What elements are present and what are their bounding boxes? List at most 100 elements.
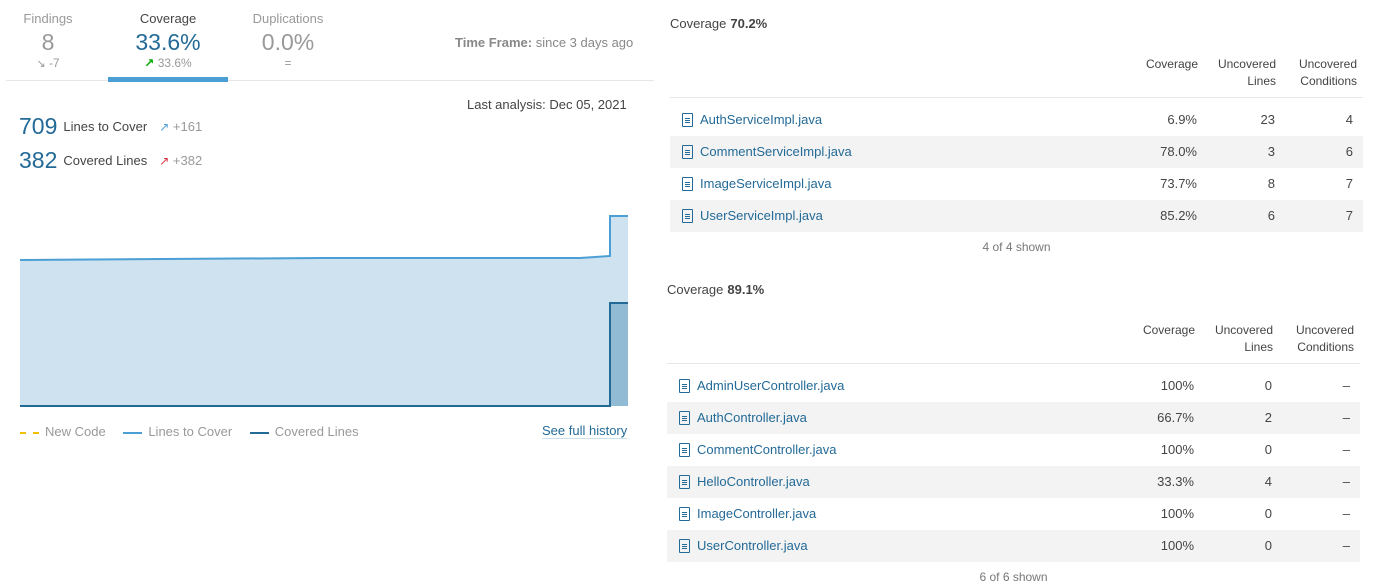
uncovered-conditions-value: – [1342, 410, 1350, 425]
lines-to-cover-line [20, 215, 628, 261]
arrow-up-right-icon: ↗ [159, 154, 170, 168]
lines-to-cover-delta-value: +161 [172, 119, 203, 134]
table-row: AuthController.java 66.7% 2 – [667, 402, 1360, 434]
shown-count: 4 of 4 shown [982, 240, 1051, 254]
tab-findings-value: 8 [41, 29, 55, 55]
coverage-history-chart [20, 215, 628, 407]
covered-lines-delta: ↗ +382 [159, 153, 202, 168]
coverage-value[interactable]: 73.7% [1160, 168, 1197, 200]
tab-coverage-delta: ↗ 33.6% [108, 56, 228, 70]
file-link[interactable]: ImageServiceImpl.java [700, 168, 832, 200]
arrow-down-right-icon: ↘ [36, 58, 46, 70]
uncovered-conditions-value[interactable]: 7 [1346, 200, 1353, 232]
file-link[interactable]: CommentServiceImpl.java [700, 136, 852, 168]
file-icon [679, 411, 690, 425]
table-row: ImageServiceImpl.java 73.7% 8 7 [670, 168, 1363, 200]
uncovered-conditions-value[interactable]: 7 [1346, 168, 1353, 200]
file-link[interactable]: AuthController.java [697, 402, 807, 434]
panel-title: Coverage 89.1% [667, 282, 764, 297]
metric-lines-to-cover: 709 Lines to Cover ↗ +161 [19, 113, 202, 141]
table-row: AdminUserController.java 100% 0 – [667, 370, 1360, 402]
uncovered-conditions-value[interactable]: 4 [1346, 104, 1353, 136]
coverage-value[interactable]: 78.0% [1160, 136, 1197, 168]
tab-duplications-value: 0.0% [261, 29, 315, 55]
file-link[interactable]: CommentController.java [697, 434, 836, 466]
tab-coverage-value: 33.6% [135, 29, 201, 55]
file-link[interactable]: AdminUserController.java [697, 370, 844, 402]
chart-legend: New Code Lines to Cover Covered Lines [20, 424, 373, 439]
findings-delta-value: -7 [48, 56, 60, 70]
lines-to-cover-area [20, 216, 628, 406]
uncovered-lines-value[interactable]: 3 [1268, 136, 1275, 168]
panel-title-label: Coverage [667, 282, 724, 297]
tab-duplications-delta: = [284, 56, 292, 70]
coverage-value[interactable]: 66.7% [1157, 402, 1194, 434]
legend-lines-to-cover-label: Lines to Cover [148, 424, 233, 439]
uncovered-lines-value[interactable]: 23 [1261, 104, 1275, 136]
uncovered-lines-value[interactable]: 4 [1265, 466, 1272, 498]
file-icon [679, 443, 690, 457]
file-icon [682, 145, 693, 159]
uncovered-lines-value[interactable]: 6 [1268, 200, 1275, 232]
time-frame: Time Frame: since 3 days ago [455, 35, 633, 50]
coverage-value[interactable]: 85.2% [1160, 200, 1197, 232]
arrow-up-right-icon: ↗ [144, 56, 155, 70]
active-tab-indicator [108, 77, 228, 82]
header-uncovered-conditions-line1: Uncovered [1295, 323, 1354, 337]
legend-new-code-swatch [20, 431, 39, 434]
tab-duplications-label: Duplications [252, 11, 324, 26]
covered-lines-label: Covered Lines [63, 153, 148, 168]
file-link[interactable]: AuthServiceImpl.java [700, 104, 822, 136]
header-uncovered-lines-line2: Lines [1244, 340, 1273, 354]
header-uncovered-conditions-line1: Uncovered [1298, 57, 1357, 71]
covered-lines-area [610, 303, 628, 406]
time-frame-value: since 3 days ago [535, 35, 634, 50]
coverage-value[interactable]: 100% [1161, 434, 1194, 466]
coverage-value[interactable]: 100% [1161, 530, 1194, 562]
table-row: UserServiceImpl.java 85.2% 6 7 [670, 200, 1363, 232]
file-link[interactable]: UserServiceImpl.java [700, 200, 823, 232]
legend-covered-lines-swatch [249, 431, 269, 434]
tab-findings-delta: ↘ -7 [6, 56, 90, 70]
panel-title-value: 70.2% [730, 16, 768, 31]
header-coverage: Coverage [1145, 57, 1198, 71]
lines-to-cover-value[interactable]: 709 [19, 113, 57, 140]
coverage-value[interactable]: 100% [1161, 498, 1194, 530]
uncovered-conditions-value[interactable]: 6 [1346, 136, 1353, 168]
coverage-value[interactable]: 100% [1161, 370, 1194, 402]
tab-duplications[interactable]: Duplications 0.0% = [238, 0, 338, 81]
coverage-panel-controllers: Coverage 89.1% Coverage Uncovered Lines Un… [667, 266, 1360, 588]
header-uncovered-lines-line1: Uncovered [1217, 57, 1276, 71]
tab-coverage[interactable]: Coverage 33.6% ↗ 33.6% [108, 0, 228, 82]
header-uncovered-conditions-line2: Conditions [1297, 340, 1354, 354]
file-icon [679, 507, 690, 521]
header-uncovered-conditions: Uncovered Conditions [1281, 56, 1357, 90]
legend-lines-to-cover-swatch [123, 431, 143, 434]
tab-findings[interactable]: Findings 8 ↘ -7 [6, 0, 90, 81]
covered-lines-value[interactable]: 382 [19, 147, 57, 174]
header-uncovered-lines: Uncovered Lines [1203, 322, 1273, 356]
uncovered-lines-value[interactable]: 0 [1265, 370, 1272, 402]
uncovered-lines-value[interactable]: 0 [1265, 530, 1272, 562]
header-uncovered-lines-line2: Lines [1247, 74, 1276, 88]
see-full-history-link[interactable]: See full history [542, 423, 628, 439]
coverage-delta-value: 33.6% [157, 56, 192, 70]
uncovered-lines-value[interactable]: 8 [1268, 168, 1275, 200]
file-link[interactable]: UserController.java [697, 530, 808, 562]
legend-lines-to-cover: Lines to Cover [123, 424, 232, 439]
legend-new-code-label: New Code [45, 424, 106, 439]
file-link[interactable]: HelloController.java [697, 466, 810, 498]
uncovered-lines-value[interactable]: 2 [1265, 402, 1272, 434]
coverage-value[interactable]: 33.3% [1157, 466, 1194, 498]
table-header: Coverage Uncovered Lines Uncovered Conditi… [667, 306, 1360, 364]
file-icon [679, 379, 690, 393]
table-row: CommentController.java 100% 0 – [667, 434, 1360, 466]
coverage-value[interactable]: 6.9% [1167, 104, 1197, 136]
uncovered-lines-value[interactable]: 0 [1265, 498, 1272, 530]
panel-title-label: Coverage [670, 16, 727, 31]
measure-tabs: Findings 8 ↘ -7 Coverage 33.6% ↗ 33.6% D… [6, 0, 654, 82]
time-frame-label: Time Frame: [455, 35, 533, 50]
file-link[interactable]: ImageController.java [697, 498, 816, 530]
file-icon [682, 113, 693, 127]
uncovered-lines-value[interactable]: 0 [1265, 434, 1272, 466]
